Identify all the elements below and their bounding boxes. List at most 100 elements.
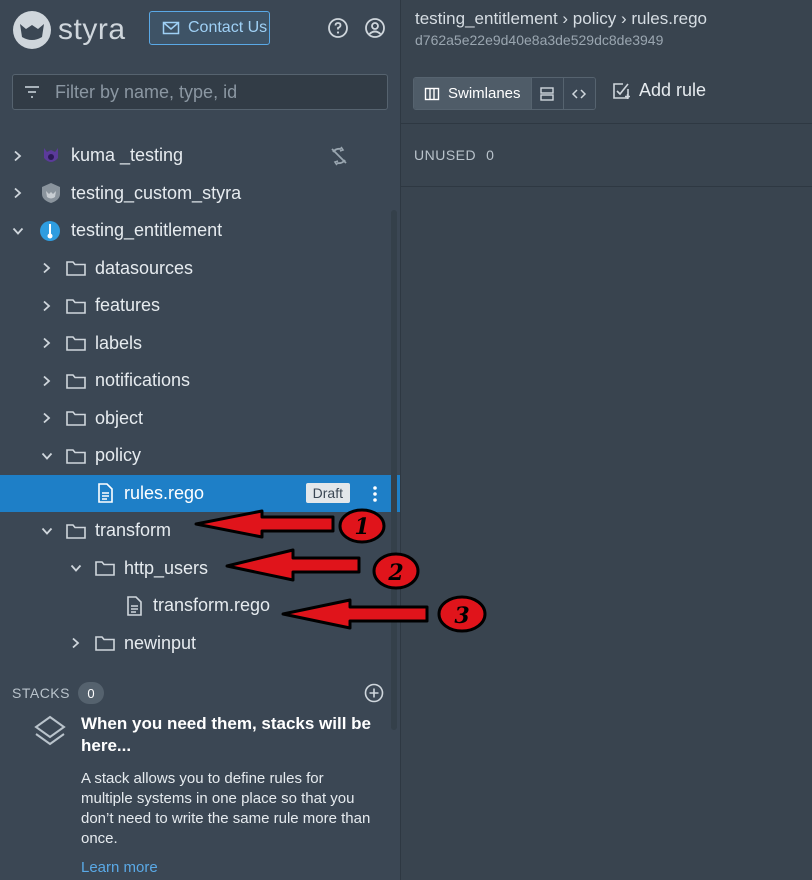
sync-disabled-icon <box>331 146 347 166</box>
tree-item-testing-entitlement[interactable]: testing_entitlement <box>0 212 400 250</box>
tree-item-label: testing_entitlement <box>71 220 223 241</box>
folder-label: datasources <box>95 257 194 278</box>
filter-box[interactable] <box>12 74 388 110</box>
folder-label: notifications <box>95 370 191 391</box>
view-toggle: Swimlanes <box>413 77 596 110</box>
folder-http-users[interactable]: http_users <box>0 550 400 588</box>
chevron-right-icon[interactable] <box>12 187 24 199</box>
chevron-down-icon[interactable] <box>41 450 53 462</box>
folder-icon <box>66 411 86 427</box>
chevron-down-icon[interactable] <box>41 525 53 537</box>
unused-section: UNUSED 0 <box>414 147 494 163</box>
folder-label: labels <box>95 332 143 353</box>
styra-shield-icon <box>42 183 60 204</box>
folder-label: transform <box>95 520 172 541</box>
chevron-right-icon[interactable] <box>41 300 53 312</box>
folder-icon <box>66 523 86 539</box>
file-icon <box>127 595 142 616</box>
add-stack-icon[interactable] <box>364 683 384 703</box>
folder-datasources[interactable]: datasources <box>0 250 400 288</box>
policy-hash: d762a5e22e9d40e8a3de529dc8de3949 <box>415 32 664 48</box>
unused-divider <box>401 186 812 187</box>
stacks-count: 0 <box>77 682 104 704</box>
folder-label: http_users <box>124 557 209 578</box>
chevron-down-icon[interactable] <box>12 225 24 237</box>
system-tree: kuma _testing testing_custom_styra testi… <box>0 137 400 662</box>
sidebar-scrollbar[interactable] <box>391 210 397 730</box>
folder-notifications[interactable]: notifications <box>0 362 400 400</box>
folder-icon <box>66 336 86 352</box>
code-icon <box>571 88 587 99</box>
folder-icon <box>95 636 115 652</box>
contact-us-button[interactable]: Contact Us <box>149 11 270 45</box>
folder-features[interactable]: features <box>0 287 400 325</box>
file-label: transform.rego <box>153 595 271 616</box>
add-rule-icon <box>613 82 630 99</box>
chevron-right-icon[interactable] <box>41 375 53 387</box>
styra-logo-icon <box>13 11 51 49</box>
draft-badge: Draft <box>305 482 350 503</box>
help-button[interactable] <box>326 16 350 40</box>
tree-item-label: testing_custom_styra <box>71 182 242 203</box>
chevron-right-icon[interactable] <box>12 150 24 162</box>
learn-more-link[interactable]: Learn more <box>81 859 158 876</box>
file-icon <box>98 483 113 504</box>
add-rule-label: Add rule <box>639 80 707 100</box>
swimlanes-view-button[interactable]: Swimlanes <box>414 78 532 109</box>
chevron-down-icon[interactable] <box>70 562 82 574</box>
columns-icon <box>424 87 440 100</box>
code-view-button[interactable] <box>563 78 595 109</box>
stacks-title: STACKS <box>12 685 70 701</box>
folder-labels[interactable]: labels <box>0 325 400 363</box>
stacks-empty-heading: When you need them, stacks will be here.… <box>81 714 372 755</box>
user-circle-icon <box>365 18 385 38</box>
help-circle-icon <box>328 18 348 38</box>
folder-label: policy <box>95 445 142 466</box>
brand-name: styra <box>58 13 126 46</box>
chevron-right-icon[interactable] <box>41 412 53 424</box>
mail-icon <box>162 21 180 35</box>
breadcrumb: testing_entitlement › policy › rules.reg… <box>415 9 707 28</box>
unused-count: 0 <box>486 147 495 163</box>
list-view-button[interactable] <box>531 78 564 109</box>
entitlement-icon <box>40 220 60 241</box>
folder-newinput[interactable]: newinput <box>0 625 400 663</box>
account-button[interactable] <box>363 16 387 40</box>
main-panel: testing_entitlement › policy › rules.reg… <box>401 0 812 880</box>
chevron-right-icon[interactable] <box>41 337 53 349</box>
folder-transform[interactable]: transform <box>0 512 400 550</box>
folder-icon <box>95 561 115 577</box>
kuma-logo-icon <box>44 147 58 162</box>
add-rule-button[interactable]: Add rule <box>611 80 706 101</box>
stacks-header: STACKS 0 <box>12 682 104 704</box>
file-transform-rego[interactable]: transform.rego <box>0 587 400 625</box>
folder-icon <box>66 261 86 277</box>
rows-icon <box>540 86 554 101</box>
stacks-layers-icon <box>34 715 66 746</box>
chevron-right-icon[interactable] <box>41 262 53 274</box>
chevron-right-icon[interactable] <box>70 637 82 649</box>
file-rules-rego[interactable]: rules.rego Draft <box>0 474 400 512</box>
folder-policy[interactable]: policy <box>0 437 400 475</box>
swimlanes-label: Swimlanes <box>448 85 521 102</box>
contact-us-label: Contact Us <box>188 19 268 36</box>
filter-icon <box>25 86 39 98</box>
folder-object[interactable]: object <box>0 400 400 438</box>
folder-label: newinput <box>124 632 197 653</box>
folder-icon <box>66 373 86 389</box>
stacks-empty-body: A stack allows you to define rules for m… <box>81 770 371 847</box>
folder-icon <box>66 448 86 464</box>
header-divider <box>401 123 812 124</box>
tree-item-kuma-testing[interactable]: kuma _testing <box>0 137 400 175</box>
folder-icon <box>66 298 86 314</box>
folder-label: object <box>95 407 144 428</box>
file-label: rules.rego <box>124 482 205 503</box>
unused-label: UNUSED <box>414 147 477 163</box>
more-options-icon[interactable] <box>370 484 380 504</box>
filter-input[interactable] <box>53 80 387 104</box>
folder-label: features <box>95 295 161 316</box>
tree-item-testing-custom-styra[interactable]: testing_custom_styra <box>0 175 400 213</box>
styra-logo[interactable]: styra <box>12 10 126 50</box>
sidebar: styra Contact Us kuma _testing testing_c… <box>0 0 401 880</box>
tree-item-label: kuma _testing <box>71 145 184 166</box>
